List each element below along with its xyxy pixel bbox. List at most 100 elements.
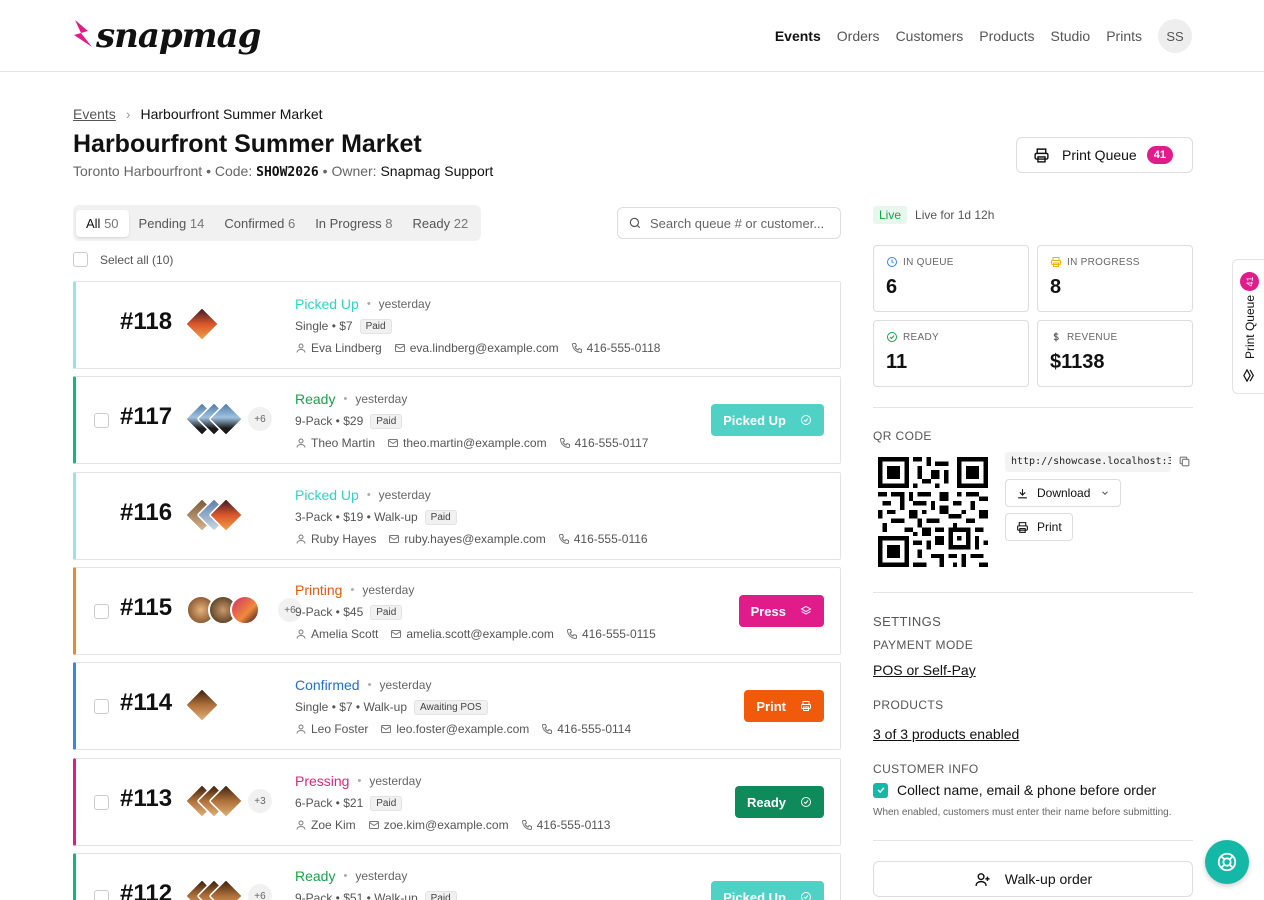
customer-name: Leo Foster [295, 722, 368, 736]
qr-code[interactable] [878, 457, 988, 567]
order-checkbox[interactable] [94, 795, 109, 810]
phone-icon [558, 534, 569, 545]
order-card[interactable]: #115 +6 Printing • yesterday 9-Pack • $4… [73, 567, 841, 655]
breadcrumb: Events › Harbourfront Summer Market [73, 106, 323, 122]
order-action-label: Print [756, 698, 786, 714]
order-checkbox[interactable] [94, 890, 109, 900]
order-action-button[interactable]: Picked Up [711, 881, 824, 900]
more-photos-count: +6 [246, 882, 274, 900]
order-action-button[interactable]: Press [738, 595, 824, 627]
layers-icon [800, 605, 812, 615]
customer-email-text: eva.lindberg@example.com [409, 341, 559, 355]
customer-phone: 416-555-0117 [559, 436, 648, 450]
order-package: 3-Pack • $19 • Walk-up [295, 510, 418, 524]
settings-heading: SETTINGS [873, 614, 942, 629]
products-link[interactable]: 3 of 3 products enabled [873, 726, 1019, 742]
order-card[interactable]: #113 +3 Pressing • yesterday 6-Pack • $2… [73, 758, 841, 846]
order-checkbox[interactable] [94, 413, 109, 428]
customer-name: Zoe Kim [295, 818, 356, 832]
customer-name-text: Ruby Hayes [311, 532, 377, 546]
mail-icon [389, 535, 400, 543]
customer-phone-text: 416-555-0118 [586, 341, 661, 355]
order-action-button[interactable]: Picked Up [711, 404, 824, 436]
order-checkbox[interactable] [94, 699, 109, 714]
tab-confirmed[interactable]: Confirmed 6 [214, 210, 305, 237]
queue-number: #116 [120, 499, 173, 526]
photo-thumbnail[interactable] [184, 306, 220, 342]
order-card[interactable]: #117 +6 Ready • yesterday 9-Pack • $29 P… [73, 376, 841, 464]
breadcrumb-events[interactable]: Events [73, 106, 116, 122]
order-info: Picked Up • yesterday Single • $7 Paid E… [295, 295, 672, 356]
customer-email-text: theo.martin@example.com [403, 436, 547, 450]
customer-phone-text: 416-555-0114 [557, 722, 632, 736]
order-package: 9-Pack • $45 [295, 605, 364, 619]
order-info: Confirmed • yesterday Single • $7 • Walk… [295, 676, 643, 737]
page-title: Harbourfront Summer Market [73, 130, 422, 158]
photo-thumbnails: +6 [184, 399, 274, 439]
nav-customers[interactable]: Customers [896, 28, 964, 44]
main-nav: Events Orders Customers Products Studio … [759, 18, 1192, 54]
payment-pill: Paid [359, 318, 392, 334]
logo[interactable]: snapmag [72, 10, 261, 62]
more-photos-count: +3 [246, 787, 274, 815]
photo-thumbnail[interactable] [230, 595, 260, 625]
tab-pending[interactable]: Pending 14 [129, 210, 215, 237]
user-avatar[interactable]: SS [1158, 19, 1192, 53]
customer-info-checkbox[interactable] [873, 782, 888, 798]
payment-pill: Paid [370, 795, 403, 811]
nav-prints[interactable]: Prints [1106, 28, 1142, 44]
order-status: Printing [295, 582, 343, 598]
photo-thumbnail[interactable] [184, 687, 220, 723]
order-action-label: Press [750, 603, 786, 619]
search-input[interactable] [650, 215, 835, 231]
search-box [617, 207, 841, 239]
tab-count: 22 [453, 215, 469, 231]
copy-icon[interactable] [1178, 455, 1191, 468]
stat-in-progress: IN PROGRESS 8 [1037, 245, 1193, 312]
qr-url[interactable]: http://showcase.localhost:3000 [1005, 452, 1171, 472]
order-action-button[interactable]: Print [744, 690, 824, 722]
qr-download-button[interactable]: Download [1005, 479, 1122, 507]
print-queue-side-tab[interactable]: 41 Print Queue [1232, 259, 1264, 394]
order-package: 6-Pack • $21 [295, 796, 364, 810]
order-action-label: Picked Up [723, 889, 786, 900]
print-queue-button[interactable]: Print Queue 41 [1016, 137, 1193, 173]
tab-label: Confirmed [224, 215, 285, 231]
help-button[interactable] [1205, 840, 1249, 884]
queue-number: #114 [120, 689, 173, 716]
payment-mode-link[interactable]: POS or Self-Pay [873, 662, 976, 678]
select-all[interactable]: Select all (10) [73, 252, 173, 267]
tab-ready[interactable]: Ready 22 [403, 210, 479, 237]
order-card[interactable]: #114 Confirmed • yesterday Single • $7 •… [73, 662, 841, 750]
qr-print-button[interactable]: Print [1005, 513, 1073, 541]
nav-studio[interactable]: Studio [1051, 28, 1091, 44]
customer-name: Theo Martin [295, 436, 375, 450]
order-card[interactable]: #116 Picked Up • yesterday 3-Pack • $19 … [73, 472, 841, 560]
customer-info-label: CUSTOMER INFO [873, 762, 979, 776]
customer-email: zoe.kim@example.com [368, 818, 509, 832]
separator-dot: • [343, 393, 348, 405]
order-status: Picked Up [295, 296, 359, 312]
download-icon [1018, 488, 1027, 498]
nav-orders[interactable]: Orders [837, 28, 880, 44]
customer-email-text: ruby.hayes@example.com [404, 532, 546, 546]
order-checkbox[interactable] [94, 604, 109, 619]
tab-in-progress[interactable]: In Progress 8 [305, 210, 402, 237]
mail-icon [368, 821, 379, 829]
customer-info-toggle[interactable]: Collect name, email & phone before order [873, 782, 1156, 798]
nav-products[interactable]: Products [979, 28, 1034, 44]
customer-phone: 416-555-0118 [571, 341, 661, 355]
order-info: Pressing • yesterday 6-Pack • $21 Paid Z… [295, 772, 622, 833]
customer-name: Amelia Scott [295, 627, 378, 641]
chevron-down-icon [1102, 491, 1109, 495]
photo-thumbnails [184, 304, 220, 344]
select-all-checkbox[interactable] [73, 252, 88, 267]
walk-up-order-button[interactable]: Walk-up order [873, 861, 1193, 897]
order-action-button[interactable]: Ready [734, 786, 824, 818]
order-action-label: Picked Up [723, 412, 786, 428]
order-card[interactable]: #118 Picked Up • yesterday Single • $7 P… [73, 281, 841, 369]
customer-name-text: Leo Foster [311, 722, 369, 736]
order-card[interactable]: #112 +6 Ready • yesterday 9-Pack • $51 •… [73, 853, 841, 900]
nav-events[interactable]: Events [775, 28, 821, 44]
tab-all[interactable]: All 50 [76, 209, 129, 237]
